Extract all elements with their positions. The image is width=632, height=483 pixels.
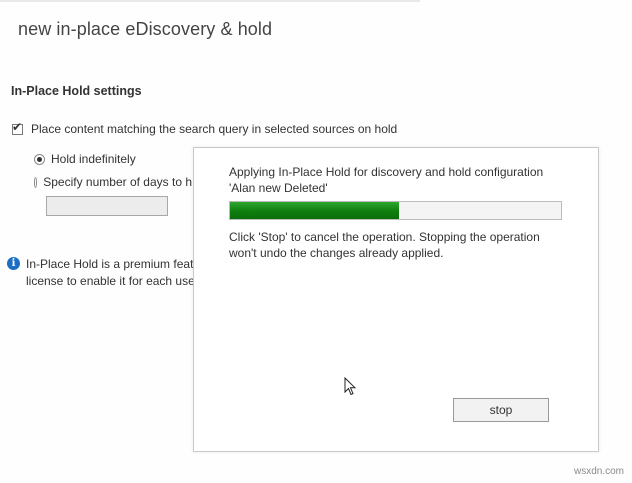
hold-indefinitely-label: Hold indefinitely [51,152,136,166]
hold-indefinitely-option[interactable]: Hold indefinitely [34,152,136,166]
ediscovery-hold-window: new in-place eDiscovery & hold In-Place … [0,0,632,483]
checkmark-icon: ✔ [12,119,23,134]
specify-days-label: Specify number of days to h [43,175,192,189]
progress-message: Applying In-Place Hold for discovery and… [229,164,589,196]
hold-indefinitely-radio[interactable] [34,153,45,165]
watermark-text: wsxdn.com [573,466,624,477]
progress-bar-fill [230,202,399,219]
days-input[interactable] [46,196,168,216]
info-line-2: license to enable it for each use [26,274,195,288]
stop-note: Click 'Stop' to cancel the operation. St… [229,229,579,261]
progress-message-line-1: Applying In-Place Hold for discovery and… [229,165,544,179]
progress-message-line-2: 'Alan new Deleted' [229,181,328,195]
hold-settings-heading: In-Place Hold settings [11,84,142,98]
window-title: new in-place eDiscovery & hold [18,19,273,39]
stop-note-line-1: Click 'Stop' to cancel the operation. St… [229,230,540,244]
premium-feature-info: In-Place Hold is a premium featu license… [26,256,201,290]
specify-days-radio[interactable] [34,176,38,188]
progress-bar [229,201,562,220]
info-line-1: In-Place Hold is a premium featu [26,257,201,271]
mouse-cursor-icon [344,377,356,396]
stop-note-line-2: won't undo the changes already applied. [229,246,444,260]
progress-dialog: Applying In-Place Hold for discovery and… [193,147,599,452]
place-on-hold-option[interactable]: ✔ Place content matching the search quer… [12,120,398,136]
stop-button[interactable]: stop [453,398,549,422]
place-on-hold-label: Place content matching the search query … [31,122,398,136]
info-icon: i [7,257,20,270]
specify-days-option[interactable]: Specify number of days to h [34,175,192,189]
top-divider [0,0,420,2]
place-on-hold-checkbox[interactable]: ✔ [12,120,23,135]
